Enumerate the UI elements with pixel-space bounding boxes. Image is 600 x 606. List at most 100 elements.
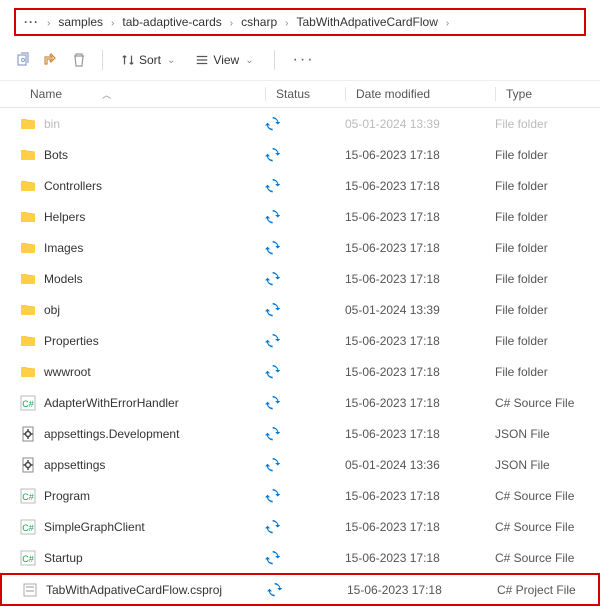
chevron-down-icon: ⌄ — [243, 55, 255, 66]
sync-icon — [265, 333, 281, 349]
file-type: File folder — [495, 334, 600, 348]
csproj-icon — [22, 582, 38, 598]
file-type: C# Source File — [495, 520, 600, 534]
file-name: appsettings.Development — [44, 427, 179, 441]
file-date: 05-01-2024 13:36 — [345, 458, 495, 472]
cs-icon — [20, 395, 36, 411]
column-name-header[interactable]: Name — [30, 87, 62, 101]
share-icon[interactable] — [42, 51, 60, 69]
file-row[interactable]: appsettings.Development 15-06-2023 17:18J… — [0, 418, 600, 449]
breadcrumb-ellipsis[interactable]: ··· — [22, 15, 41, 29]
file-list: bin05-01-2024 13:39File folder Bots 15-06-… — [0, 108, 600, 606]
file-row[interactable]: Controllers 15-06-2023 17:18File folder — [0, 170, 600, 201]
file-name: obj — [44, 303, 60, 317]
folder-icon — [20, 209, 36, 225]
file-row[interactable]: AdapterWithErrorHandler15-06-2023 17:18C… — [0, 387, 600, 418]
sync-icon — [265, 147, 281, 163]
cs-icon — [20, 519, 36, 535]
column-type-header[interactable]: Type — [495, 87, 600, 101]
file-date: 15-06-2023 17:18 — [345, 210, 495, 224]
sync-icon — [265, 457, 281, 473]
file-row[interactable]: Models 15-06-2023 17:18File folder — [0, 263, 600, 294]
file-row[interactable]: Helpers15-06-2023 17:18File folder — [0, 201, 600, 232]
cs-icon — [20, 488, 36, 504]
file-date: 15-06-2023 17:18 — [345, 427, 495, 441]
file-name: wwwroot — [44, 365, 91, 379]
file-row[interactable]: bin05-01-2024 13:39File folder — [0, 108, 600, 139]
file-row[interactable]: TabWithAdpativeCardFlow.csproj15-06-2023… — [0, 573, 600, 606]
sync-icon — [265, 271, 281, 287]
file-row[interactable]: Bots 15-06-2023 17:18File folder — [0, 139, 600, 170]
folder-icon — [20, 302, 36, 318]
file-name: Bots — [44, 148, 68, 162]
sync-icon — [265, 519, 281, 535]
toolbar-separator — [102, 50, 103, 70]
file-date: 15-06-2023 17:18 — [345, 520, 495, 534]
file-type: C# Project File — [497, 583, 598, 597]
sync-icon — [265, 116, 281, 132]
file-date: 05-01-2024 13:39 — [345, 117, 495, 131]
breadcrumb-item[interactable]: tab-adaptive-cards — [116, 13, 227, 31]
chevron-right-icon: › — [444, 18, 451, 29]
file-date: 15-06-2023 17:18 — [345, 272, 495, 286]
view-button[interactable]: View ⌄ — [191, 51, 259, 69]
folder-icon — [20, 147, 36, 163]
sync-icon — [265, 178, 281, 194]
copy-icon[interactable] — [14, 51, 32, 69]
file-date: 15-06-2023 17:18 — [345, 489, 495, 503]
file-row[interactable]: appsettings05-01-2024 13:36JSON File — [0, 449, 600, 480]
file-row[interactable]: Program15-06-2023 17:18C# Source File — [0, 480, 600, 511]
sort-button[interactable]: Sort ⌄ — [117, 51, 181, 69]
chevron-down-icon: ⌄ — [165, 55, 177, 66]
file-row[interactable]: Startup15-06-2023 17:18C# Source File — [0, 542, 600, 573]
more-button[interactable]: ··· — [289, 51, 319, 69]
file-date: 15-06-2023 17:18 — [345, 179, 495, 193]
breadcrumb: ··· ›samples›tab-adaptive-cards›csharp›T… — [14, 8, 586, 36]
file-row[interactable]: Properties15-06-2023 17:18File folder — [0, 325, 600, 356]
json-icon — [20, 426, 36, 442]
breadcrumb-item[interactable]: csharp — [235, 13, 283, 31]
file-name: Properties — [44, 334, 99, 348]
file-type: JSON File — [495, 427, 600, 441]
file-row[interactable]: Images15-06-2023 17:18File folder — [0, 232, 600, 263]
chevron-right-icon: › — [228, 18, 235, 29]
breadcrumb-item[interactable]: samples — [52, 13, 109, 31]
sync-icon — [265, 364, 281, 380]
file-date: 15-06-2023 17:18 — [345, 148, 495, 162]
column-date-header[interactable]: Date modified — [345, 87, 495, 101]
file-type: File folder — [495, 148, 600, 162]
cs-icon — [20, 550, 36, 566]
sort-asc-icon: ︿ — [102, 88, 111, 101]
file-type: File folder — [495, 179, 600, 193]
folder-icon — [20, 271, 36, 287]
folder-icon — [20, 178, 36, 194]
column-status-header[interactable]: Status — [265, 87, 345, 101]
breadcrumb-item[interactable]: TabWithAdpativeCardFlow — [290, 13, 443, 31]
sync-icon — [265, 426, 281, 442]
sort-label: Sort — [139, 53, 161, 67]
sync-icon — [265, 240, 281, 256]
file-row[interactable]: SimpleGraphClient 15-06-2023 17:18C# Sour… — [0, 511, 600, 542]
sync-icon — [265, 209, 281, 225]
file-type: File folder — [495, 117, 600, 131]
json-icon — [20, 457, 36, 473]
sync-icon — [265, 488, 281, 504]
file-row[interactable]: obj05-01-2024 13:39File folder — [0, 294, 600, 325]
toolbar-separator — [274, 50, 275, 70]
file-date: 15-06-2023 17:18 — [345, 365, 495, 379]
file-name: AdapterWithErrorHandler — [44, 396, 179, 410]
file-name: Startup — [44, 551, 83, 565]
file-name: Controllers — [44, 179, 102, 193]
folder-icon — [20, 364, 36, 380]
file-date: 15-06-2023 17:18 — [345, 396, 495, 410]
file-name: SimpleGraphClient — [44, 520, 145, 534]
sync-icon — [265, 302, 281, 318]
file-type: JSON File — [495, 458, 600, 472]
view-label: View — [213, 53, 239, 67]
file-type: File folder — [495, 272, 600, 286]
file-row[interactable]: wwwroot15-06-2023 17:18File folder — [0, 356, 600, 387]
folder-icon — [20, 240, 36, 256]
delete-icon[interactable] — [70, 51, 88, 69]
sync-icon — [265, 395, 281, 411]
file-name: Models — [44, 272, 83, 286]
